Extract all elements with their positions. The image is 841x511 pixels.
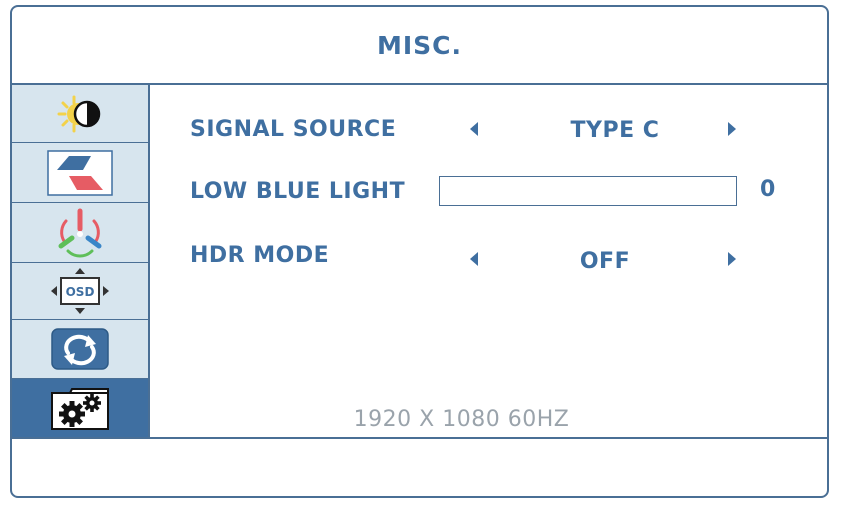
misc-settings-gear-icon [48, 385, 112, 431]
misc-settings-panel: SIGNAL SOURCE TYPE C LOW BLUE LIGHT 0 HD… [150, 85, 827, 437]
sidebar-item-color[interactable] [12, 203, 148, 263]
signal-source-label: SIGNAL SOURCE [190, 117, 397, 142]
signal-source-next-arrow[interactable] [728, 122, 736, 136]
signal-source-value[interactable]: TYPE C [530, 118, 700, 143]
reset-icon [50, 327, 110, 371]
brightness-contrast-icon [54, 94, 106, 134]
low-blue-light-value: 0 [760, 177, 776, 202]
svg-text:OSD: OSD [66, 285, 95, 299]
sidebar-item-reset[interactable] [12, 320, 148, 379]
image-settings-icon [47, 149, 113, 196]
osd-position-icon: OSD [48, 266, 112, 316]
low-blue-light-slider[interactable] [439, 176, 737, 206]
hdr-mode-prev-arrow[interactable] [470, 252, 478, 266]
resolution-info: 1920 X 1080 60HZ [353, 407, 570, 432]
menu-footer [12, 437, 827, 496]
low-blue-light-label: LOW BLUE LIGHT [190, 179, 406, 204]
sidebar-item-osd[interactable]: OSD [12, 263, 148, 320]
sidebar-item-brightness[interactable] [12, 85, 148, 143]
menu-header: MISC. [12, 7, 827, 85]
signal-source-prev-arrow[interactable] [470, 122, 478, 136]
hdr-mode-label: HDR MODE [190, 243, 330, 268]
osd-menu-window: MISC. OSD SIGNAL SOURCE TYPE C LOW BLUE … [10, 5, 829, 498]
hdr-mode-next-arrow[interactable] [728, 252, 736, 266]
sidebar: OSD [12, 85, 150, 437]
hdr-mode-value[interactable]: OFF [530, 249, 680, 274]
sidebar-item-image[interactable] [12, 143, 148, 203]
menu-title: MISC. [376, 30, 463, 60]
color-rgb-icon [52, 207, 108, 259]
